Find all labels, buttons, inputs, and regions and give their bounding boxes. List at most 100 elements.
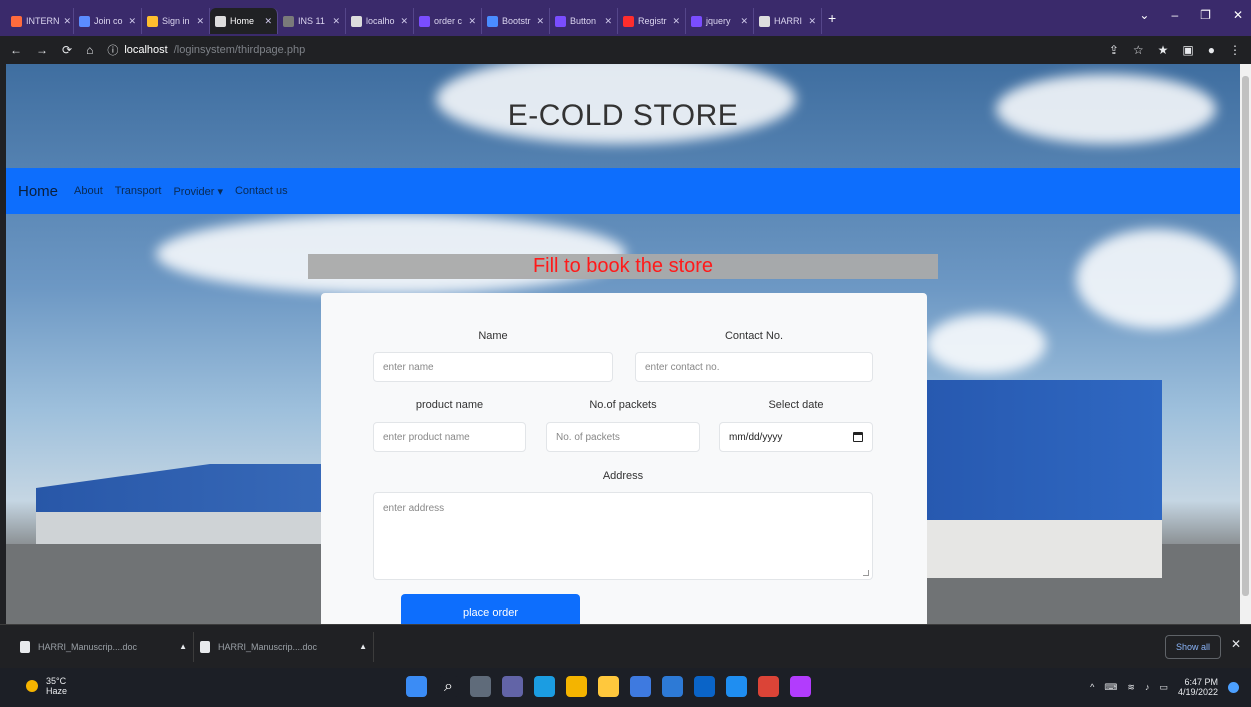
browser-tab[interactable]: HARRI ✕ (754, 8, 822, 34)
tab-close-icon[interactable]: ✕ (740, 16, 748, 27)
tab-close-icon[interactable]: ✕ (264, 16, 272, 27)
chat-icon[interactable] (502, 676, 523, 697)
tab-favicon-icon (691, 15, 702, 27)
word-icon[interactable] (790, 676, 811, 697)
battery-icon[interactable]: ▭ (1159, 682, 1168, 693)
document-icon (20, 640, 30, 653)
packets-input[interactable]: No. of packets (546, 422, 700, 452)
nav-provider-dropdown[interactable]: Provider ▾ (173, 185, 223, 198)
folder-icon[interactable] (598, 676, 619, 697)
search-icon[interactable]: ⌕ (438, 676, 459, 697)
weather-widget[interactable]: 35°C Haze (26, 676, 67, 696)
product-input[interactable]: enter product name (373, 422, 526, 452)
tab-close-icon[interactable]: ✕ (400, 16, 408, 27)
browser-tab[interactable]: Button ✕ (550, 8, 618, 34)
browser-tab[interactable]: jquery ✕ (686, 8, 754, 34)
background-cloud (1076, 229, 1236, 329)
wifi-icon[interactable]: ≋ (1127, 682, 1135, 693)
tab-close-icon[interactable]: ✕ (604, 16, 612, 27)
browser-tab[interactable]: Home ✕ (210, 8, 278, 34)
browser-tab[interactable]: INS 11 ✕ (278, 8, 346, 34)
warehouse-right (926, 380, 1162, 530)
store-icon[interactable] (630, 676, 651, 697)
warehouse-left-wall (36, 512, 326, 544)
menu-kebab-icon[interactable]: ⋮ (1229, 43, 1241, 57)
profile-chevron-icon[interactable]: ⌄ (1139, 8, 1149, 22)
resize-handle-icon[interactable] (863, 570, 869, 576)
browser-tab[interactable]: localho ✕ (346, 8, 414, 34)
name-input[interactable]: enter name (373, 352, 613, 382)
edge-icon[interactable] (534, 676, 555, 697)
browser-tab[interactable]: order c ✕ (414, 8, 482, 34)
tab-label: Home (230, 16, 255, 26)
tab-close-icon[interactable]: ✕ (332, 16, 340, 27)
new-tab-button[interactable]: + (828, 10, 836, 26)
file-explorer-icon[interactable] (566, 676, 587, 697)
close-window-icon[interactable]: ✕ (1233, 8, 1243, 22)
browser-tab[interactable]: Bootstr ✕ (482, 8, 550, 34)
volume-icon[interactable]: ♪ (1145, 682, 1150, 692)
contact-input[interactable]: enter contact no. (635, 352, 873, 382)
windows-start-icon[interactable] (406, 676, 427, 697)
browser-tab[interactable]: Join co ✕ (74, 8, 142, 34)
clock[interactable]: 6:47 PM 4/19/2022 (1178, 677, 1218, 697)
browser-tab[interactable]: Registr ✕ (618, 8, 686, 34)
address-textarea[interactable]: enter address (373, 492, 873, 580)
back-icon[interactable]: ← (10, 43, 22, 57)
tab-close-icon[interactable]: ✕ (672, 16, 680, 27)
tab-label: INS 11 (298, 16, 325, 26)
address-bar[interactable]: ⓘ localhost/loginsystem/thirdpage.php (107, 42, 305, 58)
weather-desc: Haze (46, 686, 68, 696)
notes-icon[interactable] (662, 676, 683, 697)
site-title: E-COLD STORE (507, 99, 739, 132)
notification-icon[interactable] (1228, 681, 1239, 693)
show-all-button[interactable]: Show all (1164, 635, 1221, 659)
calendar-icon[interactable] (853, 432, 863, 442)
download-item[interactable]: HARRI_Manuscrip....doc ▲ (194, 631, 374, 662)
nav-home[interactable]: Home (18, 183, 58, 200)
task-view-icon[interactable] (470, 676, 491, 697)
tab-close-icon[interactable]: ✕ (128, 16, 136, 27)
forward-icon[interactable]: → (36, 43, 48, 57)
tab-close-icon[interactable]: ✕ (536, 16, 544, 27)
toolbar-actions: ⇪ ☆ ★ ▣ ● ⋮ (1109, 43, 1241, 57)
browser-tab[interactable]: INTERN ✕ (6, 8, 74, 34)
tab-close-icon[interactable]: ✕ (468, 16, 476, 27)
bookmark-star-icon[interactable]: ☆ (1133, 43, 1144, 57)
scrollbar-thumb[interactable] (1242, 76, 1249, 596)
reload-icon[interactable]: ⟳ (62, 43, 72, 57)
tab-label: localho (366, 16, 395, 26)
tab-favicon-icon (351, 15, 362, 27)
chevron-up-icon[interactable]: ^ (1090, 682, 1094, 692)
browser-tab[interactable]: Sign in ✕ (142, 8, 210, 34)
nav-transport[interactable]: Transport (115, 185, 162, 197)
booking-banner: Fill to book the store (308, 254, 938, 279)
caret-up-icon[interactable]: ▲ (179, 642, 187, 651)
nav-about[interactable]: About (74, 185, 103, 197)
keyboard-icon[interactable]: ⌨ (1104, 682, 1117, 693)
nav-contact[interactable]: Contact us (235, 185, 288, 197)
home-icon[interactable]: ⌂ (86, 43, 93, 57)
background-cloud (926, 314, 1046, 374)
extensions-icon[interactable]: ★ (1158, 43, 1169, 57)
tab-favicon-icon (79, 15, 90, 27)
place-order-button[interactable]: place order (401, 594, 580, 624)
clock-date: 4/19/2022 (1177, 687, 1218, 697)
page-scrollbar[interactable] (1240, 64, 1251, 624)
minimize-icon[interactable]: – (1171, 8, 1178, 22)
caret-up-icon[interactable]: ▲ (359, 642, 367, 651)
maximize-icon[interactable]: ❐ (1200, 8, 1211, 22)
info-icon[interactable]: ⓘ (107, 42, 118, 58)
chrome-icon[interactable] (758, 676, 779, 697)
tab-close-icon[interactable]: ✕ (64, 16, 72, 27)
download-item[interactable]: HARRI_Manuscrip....doc ▲ (14, 631, 194, 662)
date-input[interactable]: mm/dd/yyyy (719, 422, 873, 452)
sidepanel-icon[interactable]: ▣ (1182, 43, 1193, 57)
mail-icon[interactable] (694, 676, 715, 697)
tab-close-icon[interactable]: ✕ (808, 16, 816, 27)
app-icon[interactable] (726, 676, 747, 697)
close-downloads-icon[interactable]: ✕ (1231, 637, 1241, 651)
profile-avatar-icon[interactable]: ● (1208, 43, 1215, 57)
share-icon[interactable]: ⇪ (1109, 43, 1119, 57)
tab-close-icon[interactable]: ✕ (196, 16, 204, 27)
